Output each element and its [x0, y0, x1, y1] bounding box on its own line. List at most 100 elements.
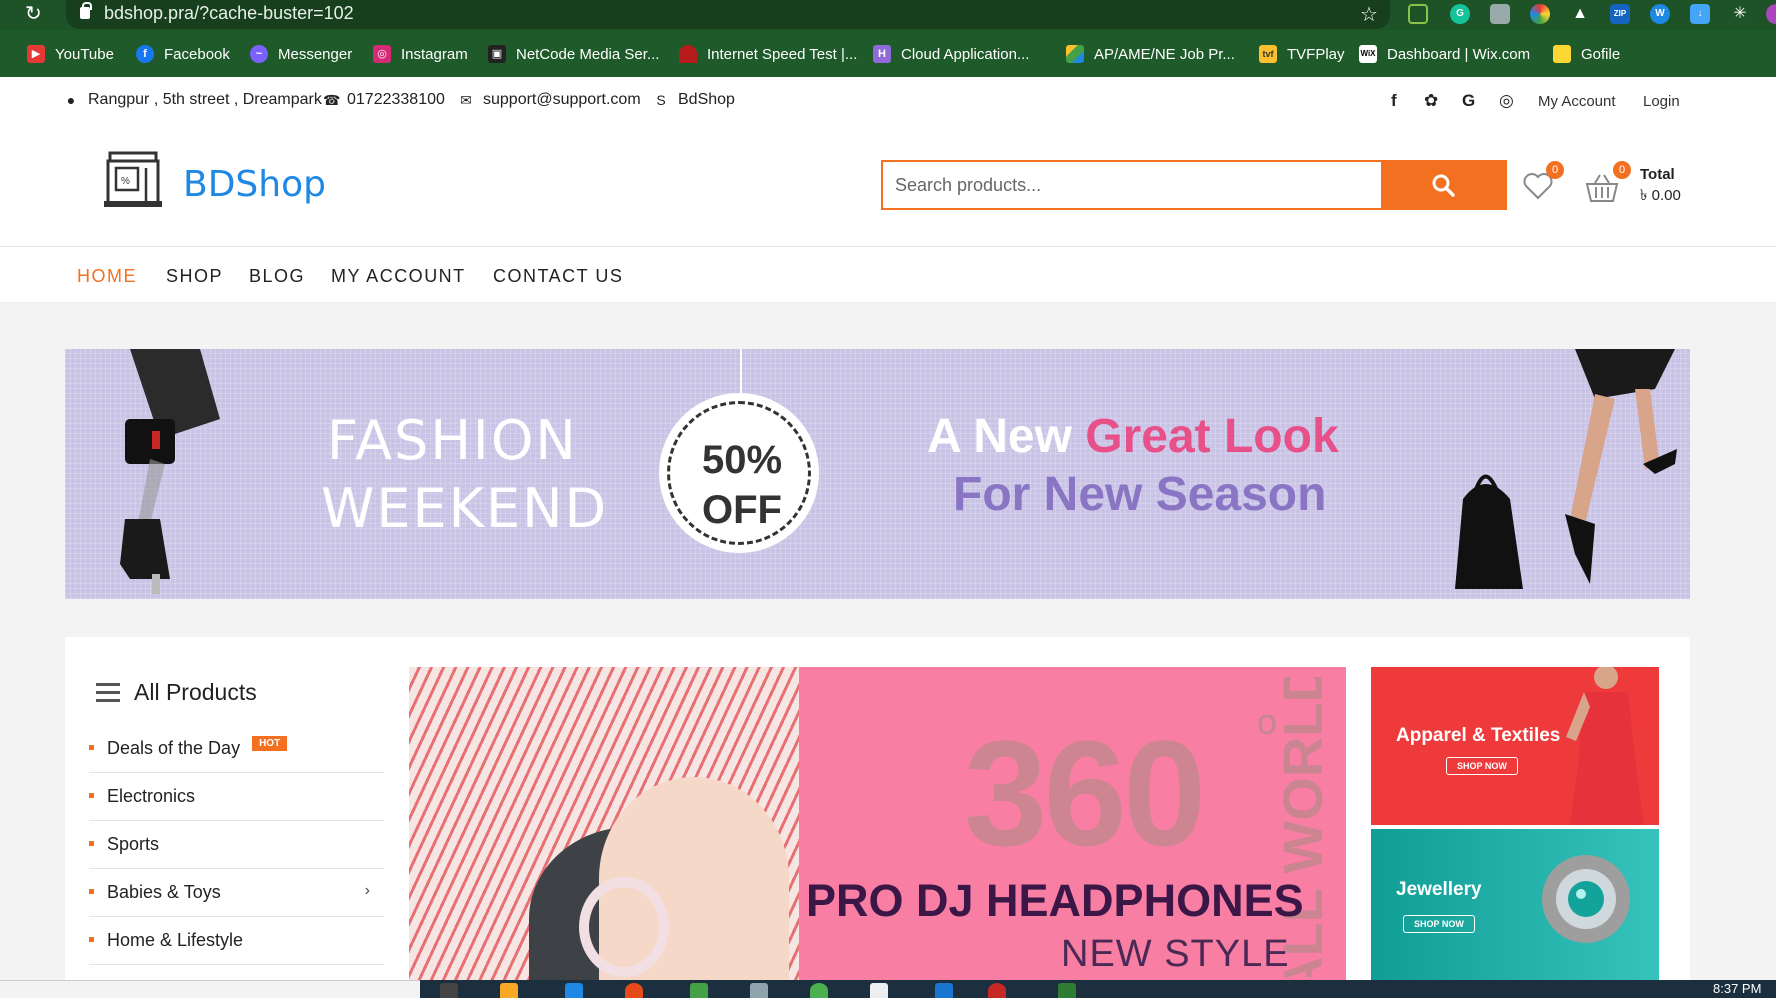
- cart-button[interactable]: 0: [1585, 161, 1631, 202]
- google-plus-social-icon[interactable]: G: [1462, 91, 1475, 111]
- facebook-social-icon[interactable]: f: [1391, 91, 1397, 111]
- lock-icon[interactable]: [80, 2, 92, 19]
- category-babies-toys[interactable]: Babies & Toys ›: [89, 869, 384, 917]
- promo-jewellery-shop-now-button[interactable]: SHOP NOW: [1403, 915, 1475, 933]
- reload-icon[interactable]: ↻: [25, 4, 45, 24]
- facebook-icon: f: [136, 45, 154, 63]
- grammarly-icon[interactable]: G: [1450, 4, 1470, 24]
- taskbar-search-box[interactable]: [0, 980, 420, 998]
- app-taskbar-icon[interactable]: [1058, 983, 1076, 998]
- media-player-icon[interactable]: [935, 983, 953, 998]
- url-text[interactable]: bdshop.pra/?cache-buster=102: [104, 3, 354, 24]
- taskbar-clock: 8:37 PM: [1713, 981, 1762, 996]
- messenger-icon: ~: [250, 45, 268, 63]
- wordpress-icon[interactable]: W: [1650, 4, 1670, 24]
- download-extension-icon[interactable]: ↓: [1690, 4, 1710, 24]
- wishlist-button[interactable]: 0: [1522, 161, 1564, 200]
- red-dress-model-image: [1566, 667, 1644, 825]
- skype-info[interactable]: S BdShop: [654, 91, 735, 109]
- envelope-icon: ✉: [460, 92, 472, 108]
- login-link[interactable]: Login: [1643, 93, 1680, 110]
- ring-jewellery-image: [1542, 855, 1630, 943]
- bookmark-wix[interactable]: WiX Dashboard | Wix.com: [1359, 40, 1530, 68]
- speedtest-icon: [679, 45, 697, 63]
- hero-subline: NEW STYLE: [1061, 933, 1290, 975]
- twitter-social-icon[interactable]: ✿: [1424, 91, 1438, 111]
- chrome-taskbar-icon[interactable]: [988, 983, 1006, 998]
- category-deals-of-the-day[interactable]: Deals of the Day HOT: [89, 725, 384, 773]
- notepad-icon[interactable]: [750, 983, 768, 998]
- nav-contact-us[interactable]: CONTACT US: [493, 266, 623, 287]
- hero-vertical-text: ALL WORLD: [1271, 677, 1334, 977]
- model-legs-left-image: [120, 349, 220, 594]
- cloud-app-icon: H: [873, 45, 891, 63]
- bookmark-messenger[interactable]: ~ Messenger: [250, 40, 352, 68]
- search-button[interactable]: [1381, 160, 1505, 210]
- category-electronics[interactable]: Electronics: [89, 773, 384, 821]
- task-view-icon[interactable]: [440, 983, 458, 998]
- sheets-icon[interactable]: [690, 983, 708, 998]
- category-sports[interactable]: Sports: [89, 821, 384, 869]
- nav-blog[interactable]: BLOG: [249, 266, 305, 287]
- drive-icon: [1066, 45, 1084, 63]
- main-content: All Products Deals of the Day HOT Electro…: [65, 637, 1690, 980]
- camera-extension-icon[interactable]: [1490, 4, 1510, 24]
- promo-apparel-shop-now-button[interactable]: SHOP NOW: [1446, 757, 1518, 775]
- nav-shop[interactable]: SHOP: [166, 266, 223, 287]
- bookmark-tvfplay[interactable]: tvf TVFPlay: [1259, 40, 1345, 68]
- site-logo-text[interactable]: BDShop: [183, 164, 326, 205]
- triangle-extension-icon[interactable]: ▲: [1570, 4, 1590, 24]
- phone-info: ☎ 01722338100: [323, 91, 445, 108]
- bookmark-netcode[interactable]: ▣ NetCode Media Ser...: [488, 40, 659, 68]
- page: ● Rangpur , 5th street , Dreampark ☎ 01722…: [0, 77, 1776, 980]
- document-icon[interactable]: [870, 983, 888, 998]
- file-explorer-icon[interactable]: [500, 983, 518, 998]
- zip-extension-icon[interactable]: ZIP: [1610, 4, 1630, 24]
- firefox-icon[interactable]: [625, 983, 643, 998]
- bookmark-instagram[interactable]: ◎ Instagram: [373, 40, 468, 68]
- nav-my-account[interactable]: MY ACCOUNT: [331, 266, 466, 287]
- address-row: ↻ bdshop.pra/?cache-buster=102 ☆ G ▲ ZIP…: [0, 0, 1776, 30]
- headphones-image: [579, 877, 669, 977]
- profile-avatar-icon[interactable]: [1766, 4, 1776, 24]
- fashion-weekend-banner[interactable]: FASHION WEEKEND 50% OFF A New Great Look…: [65, 349, 1690, 599]
- store-icon[interactable]: [565, 983, 583, 998]
- promo-jewellery[interactable]: Jewellery SHOP NOW: [1371, 829, 1659, 980]
- search-input[interactable]: [883, 162, 1383, 208]
- instagram-social-icon[interactable]: ◎: [1499, 91, 1514, 111]
- color-picker-icon[interactable]: [1530, 4, 1550, 24]
- category-home-lifestyle[interactable]: Home & Lifestyle: [89, 917, 384, 965]
- bookmark-gofile[interactable]: Gofile: [1553, 40, 1620, 68]
- search-icon: [1432, 174, 1455, 197]
- bookmark-star-icon[interactable]: ☆: [1360, 2, 1378, 27]
- shop-logo-icon[interactable]: %: [104, 151, 162, 209]
- svg-text:ALL WORLD: ALL WORLD: [1271, 677, 1334, 977]
- email-info[interactable]: ✉ support@support.com: [459, 91, 641, 109]
- bookmark-job[interactable]: AP/AME/NE Job Pr...: [1066, 40, 1235, 68]
- cart-total-label: Total: [1640, 166, 1675, 183]
- site-header: % BDShop 0: [0, 123, 1776, 247]
- whatsapp-icon[interactable]: [810, 983, 828, 998]
- puzzle-extensions-icon[interactable]: ✳: [1730, 4, 1750, 24]
- new-season-headline: For New Season: [953, 468, 1327, 521]
- phone-icon: ☎: [323, 92, 341, 108]
- bookmark-facebook[interactable]: f Facebook: [136, 40, 230, 68]
- netcode-icon: ▣: [488, 45, 506, 63]
- bookmark-speedtest[interactable]: Internet Speed Test |...: [679, 40, 857, 68]
- bookmark-cloud-app[interactable]: H Cloud Application...: [873, 40, 1029, 68]
- product-search: [881, 160, 1507, 210]
- address-info: ● Rangpur , 5th street , Dreampark: [64, 91, 322, 109]
- nav-home[interactable]: HOME: [77, 266, 137, 287]
- promo-jewellery-title: Jewellery: [1396, 879, 1482, 900]
- os-taskbar: 8:37 PM: [0, 980, 1776, 998]
- top-info-bar: ● Rangpur , 5th street , Dreampark ☎ 01722…: [0, 77, 1776, 123]
- bookmark-youtube[interactable]: ▶ YouTube: [27, 40, 114, 68]
- my-account-link[interactable]: My Account: [1538, 93, 1616, 110]
- all-products-header[interactable]: All Products: [96, 679, 257, 706]
- promo-apparel-title: Apparel & Textiles: [1396, 725, 1561, 746]
- hot-badge: HOT: [252, 736, 288, 751]
- discount-percent: 50%: [701, 438, 783, 482]
- extension-screen-icon[interactable]: [1408, 4, 1428, 24]
- headphones-hero-slider[interactable]: 360 o ALL WORLD PRO DJ HEADPHONES NEW ST…: [409, 667, 1346, 980]
- promo-apparel-textiles[interactable]: Apparel & Textiles SHOP NOW: [1371, 667, 1659, 825]
